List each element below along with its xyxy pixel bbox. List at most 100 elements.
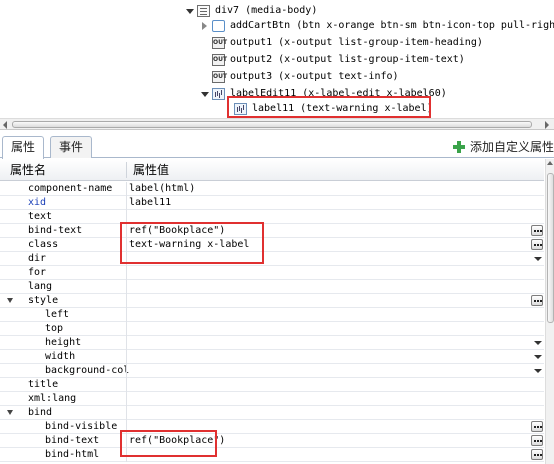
tree-node-output3[interactable]: OUT output3 (x-output text-info) (210, 69, 399, 85)
dropdown-arrow-icon[interactable] (533, 365, 543, 376)
label-edit-icon (212, 88, 225, 100)
column-divider (126, 364, 127, 378)
tree-node-label: output1 (x-output list-group-item-headin… (230, 37, 483, 48)
collapse-arrow-icon[interactable] (200, 18, 210, 34)
expand-arrow-icon[interactable] (200, 86, 210, 102)
property-row-text[interactable]: text (0, 210, 544, 224)
property-row-top[interactable]: top (0, 322, 544, 336)
property-grid: 属性名 属性值 component-name label(html) xid l… (0, 159, 554, 464)
column-divider (126, 182, 127, 196)
property-row-bind-text[interactable]: bind-text ref("Bookplace") (0, 224, 544, 238)
property-name: bind (28, 407, 53, 418)
property-row-bind-text-2[interactable]: bind-text ref("Bookplace") (0, 434, 544, 448)
highlight-box-bind-text (120, 430, 217, 457)
property-name: component-name (28, 183, 113, 194)
button-icon (212, 20, 225, 32)
tree-node-label: output3 (x-output text-info) (230, 71, 399, 82)
property-row-bind-html[interactable]: bind-html (0, 448, 544, 462)
group-collapse-icon[interactable] (7, 298, 13, 303)
dropdown-arrow-icon[interactable] (533, 253, 543, 264)
edit-ellipsis-button[interactable] (531, 239, 543, 250)
div-icon (197, 5, 210, 17)
property-name: for (28, 267, 47, 278)
property-group-bind[interactable]: bind (0, 406, 544, 420)
edit-ellipsis-button[interactable] (531, 225, 543, 236)
property-tabs-bar: 属性 事件 添加自定义属性 (0, 134, 554, 159)
scrollbar-thumb[interactable] (12, 121, 532, 128)
edit-ellipsis-button[interactable] (531, 421, 543, 432)
property-row-bind-visible[interactable]: bind-visible (0, 420, 544, 434)
property-row-xml-lang[interactable]: xml:lang (0, 392, 544, 406)
column-divider (126, 280, 127, 294)
add-custom-property-label: 添加自定义属性 (469, 140, 554, 154)
tab-properties-label: 属性 (11, 140, 36, 154)
highlight-box-selected-node (227, 96, 431, 118)
scroll-left-icon[interactable] (2, 121, 10, 129)
tree-node-label: div7 (media-body) (215, 5, 318, 16)
property-value[interactable]: label11 (129, 196, 171, 210)
column-divider (126, 392, 127, 406)
property-name: dir (28, 253, 47, 264)
property-name: class (28, 239, 59, 250)
tree-horizontal-scrollbar[interactable] (0, 118, 554, 130)
tree-node-output2[interactable]: OUT output2 (x-output list-group-item-te… (210, 52, 465, 68)
property-row-component-name[interactable]: component-name label(html) (0, 182, 544, 196)
column-divider (126, 406, 127, 420)
property-name: bind-text (28, 225, 83, 236)
tab-events-label: 事件 (59, 140, 84, 154)
expand-arrow-icon[interactable] (185, 3, 195, 19)
grid-header: 属性名 属性值 (0, 159, 544, 181)
property-row-height[interactable]: height (0, 336, 544, 350)
property-name: bind-visible (45, 421, 118, 432)
dropdown-arrow-icon[interactable] (533, 351, 543, 362)
edit-ellipsis-button[interactable] (531, 449, 543, 460)
property-name: style (28, 295, 59, 306)
property-name: text (28, 211, 53, 222)
output-icon: OUT (212, 37, 227, 49)
tab-properties[interactable]: 属性 (2, 136, 45, 159)
scroll-right-icon[interactable] (543, 121, 551, 129)
property-row-lang[interactable]: lang (0, 280, 544, 294)
scroll-up-icon[interactable] (547, 161, 553, 165)
tab-events[interactable]: 事件 (50, 136, 93, 158)
column-divider[interactable] (126, 162, 127, 178)
property-name: width (45, 351, 76, 362)
edit-ellipsis-button[interactable] (531, 435, 543, 446)
grid-vertical-scrollbar[interactable] (545, 159, 554, 464)
property-value[interactable]: label(html) (129, 182, 195, 196)
property-name: bind-text (45, 435, 100, 446)
scrollbar-thumb[interactable] (547, 173, 554, 323)
property-name: title (28, 379, 59, 390)
dropdown-arrow-icon[interactable] (533, 337, 543, 348)
property-name: xid (28, 197, 47, 208)
property-row-background-color[interactable]: background-col (0, 364, 544, 378)
tree-node-addcartbtn[interactable]: addCartBtn (btn x-orange btn-sm btn-icon… (200, 18, 554, 34)
property-row-xid[interactable]: xid label11 (0, 196, 544, 210)
property-name: bind-html (45, 449, 100, 460)
property-row-class[interactable]: class text-warning x-label (0, 238, 544, 252)
column-header-value: 属性值 (133, 163, 170, 177)
property-row-width[interactable]: width (0, 350, 544, 364)
plus-icon (452, 141, 465, 153)
property-name: height (45, 337, 82, 348)
property-name: lang (28, 281, 53, 292)
property-name: xml:lang (28, 393, 77, 404)
property-name: left (45, 309, 70, 320)
property-row-dir[interactable]: dir (0, 252, 544, 266)
group-collapse-icon[interactable] (7, 410, 13, 415)
edit-ellipsis-button[interactable] (531, 295, 543, 306)
tree-node-output1[interactable]: OUT output1 (x-output list-group-item-he… (210, 35, 483, 51)
column-divider (126, 294, 127, 308)
column-divider (126, 336, 127, 350)
column-divider (126, 266, 127, 280)
add-custom-property-button[interactable]: 添加自定义属性 (452, 138, 554, 156)
property-row-left[interactable]: left (0, 308, 544, 322)
property-row-for[interactable]: for (0, 266, 544, 280)
column-divider (126, 350, 127, 364)
property-row-title[interactable]: title (0, 378, 544, 392)
column-divider (126, 322, 127, 336)
output-icon: OUT (212, 71, 227, 83)
tree-node-label: addCartBtn (btn x-orange btn-sm btn-icon… (230, 20, 554, 31)
property-group-style[interactable]: style (0, 294, 544, 308)
tree-node-div7[interactable]: div7 (media-body) (185, 3, 317, 19)
